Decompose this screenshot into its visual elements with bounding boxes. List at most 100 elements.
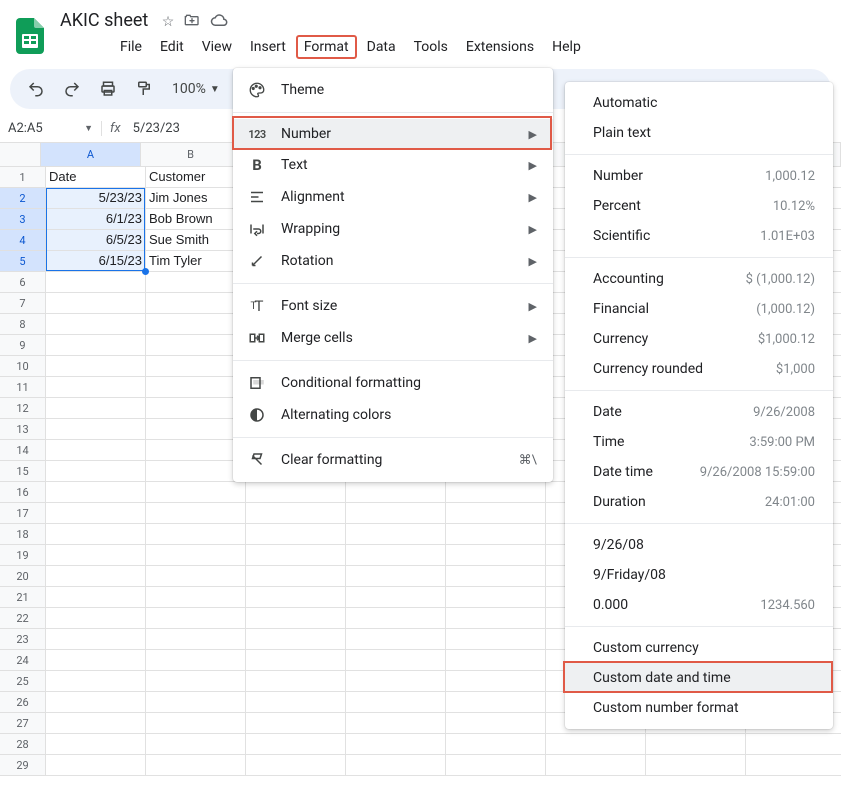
cell-A15[interactable] — [46, 461, 146, 482]
cell-C23[interactable] — [246, 629, 346, 650]
menu-format[interactable]: Format — [296, 35, 357, 59]
cell-A10[interactable] — [46, 356, 146, 377]
number-format-accounting[interactable]: Accounting$ (1,000.12) — [565, 264, 833, 294]
menu-file[interactable]: File — [112, 35, 150, 59]
cell-B2[interactable]: Jim Jones — [146, 188, 246, 209]
cell-C25[interactable] — [246, 671, 346, 692]
cell-C17[interactable] — [246, 503, 346, 524]
paint-format-button[interactable] — [130, 75, 158, 103]
format-menu-rotation[interactable]: Rotation▶ — [233, 245, 553, 277]
cell-A16[interactable] — [46, 482, 146, 503]
format-menu-wrapping[interactable]: Wrapping▶ — [233, 213, 553, 245]
name-box[interactable]: A2:A5 ▼ — [0, 121, 102, 136]
number-format-0-000[interactable]: 0.0001234.560 — [565, 590, 833, 620]
format-menu-conditional-formatting[interactable]: Conditional formatting — [233, 367, 553, 399]
row-header-29[interactable]: 29 — [0, 755, 46, 776]
formula-bar[interactable]: 5/23/23 — [129, 121, 184, 136]
cell-B8[interactable] — [146, 314, 246, 335]
row-header-11[interactable]: 11 — [0, 377, 46, 398]
cell-A20[interactable] — [46, 566, 146, 587]
cell-E17[interactable] — [446, 503, 546, 524]
cell-A27[interactable] — [46, 713, 146, 734]
cell-D28[interactable] — [346, 734, 446, 755]
cell-C27[interactable] — [246, 713, 346, 734]
cell-A9[interactable] — [46, 335, 146, 356]
number-format-duration[interactable]: Duration24:01:00 — [565, 487, 833, 517]
format-menu-clear-formatting[interactable]: Clear formatting⌘\ — [233, 444, 553, 476]
undo-button[interactable] — [22, 75, 50, 103]
cell-E21[interactable] — [446, 587, 546, 608]
cell-A17[interactable] — [46, 503, 146, 524]
cell-A29[interactable] — [46, 755, 146, 776]
row-header-12[interactable]: 12 — [0, 398, 46, 419]
menu-view[interactable]: View — [194, 35, 240, 59]
column-header-B[interactable]: B — [141, 143, 241, 167]
cell-B13[interactable] — [146, 419, 246, 440]
format-menu-alternating-colors[interactable]: Alternating colors — [233, 399, 553, 431]
cell-H29[interactable] — [746, 755, 841, 776]
row-header-28[interactable]: 28 — [0, 734, 46, 755]
cell-D16[interactable] — [346, 482, 446, 503]
cell-C21[interactable] — [246, 587, 346, 608]
cell-D27[interactable] — [346, 713, 446, 734]
cell-A24[interactable] — [46, 650, 146, 671]
cell-C24[interactable] — [246, 650, 346, 671]
row-header-3[interactable]: 3 — [0, 209, 46, 230]
format-menu-theme[interactable]: Theme — [233, 74, 553, 106]
cell-B15[interactable] — [146, 461, 246, 482]
cell-D20[interactable] — [346, 566, 446, 587]
cell-G28[interactable] — [646, 734, 746, 755]
number-format-date-time[interactable]: Date time9/26/2008 15:59:00 — [565, 457, 833, 487]
cell-B17[interactable] — [146, 503, 246, 524]
cell-E16[interactable] — [446, 482, 546, 503]
row-header-13[interactable]: 13 — [0, 419, 46, 440]
cell-H28[interactable] — [746, 734, 841, 755]
move-icon[interactable] — [184, 12, 200, 32]
cell-D17[interactable] — [346, 503, 446, 524]
cell-E25[interactable] — [446, 671, 546, 692]
cell-A11[interactable] — [46, 377, 146, 398]
cell-A13[interactable] — [46, 419, 146, 440]
cell-E29[interactable] — [446, 755, 546, 776]
cell-B16[interactable] — [146, 482, 246, 503]
cloud-status-icon[interactable] — [210, 13, 228, 31]
menu-edit[interactable]: Edit — [152, 35, 192, 59]
row-header-21[interactable]: 21 — [0, 587, 46, 608]
cell-B1[interactable]: Customer — [146, 167, 246, 188]
number-format-percent[interactable]: Percent10.12% — [565, 191, 833, 221]
cell-A1[interactable]: Date — [46, 167, 146, 188]
row-header-14[interactable]: 14 — [0, 440, 46, 461]
menu-help[interactable]: Help — [544, 35, 589, 59]
menu-data[interactable]: Data — [359, 35, 404, 59]
cell-A18[interactable] — [46, 524, 146, 545]
number-format-financial[interactable]: Financial(1,000.12) — [565, 294, 833, 324]
cell-C19[interactable] — [246, 545, 346, 566]
number-format-automatic[interactable]: Automatic — [565, 88, 833, 118]
cell-A4[interactable]: 6/5/23 — [46, 230, 146, 251]
cell-B19[interactable] — [146, 545, 246, 566]
number-format-number[interactable]: Number1,000.12 — [565, 161, 833, 191]
cell-A2[interactable]: 5/23/23 — [46, 188, 146, 209]
cell-A21[interactable] — [46, 587, 146, 608]
number-format-time[interactable]: Time3:59:00 PM — [565, 427, 833, 457]
cell-D26[interactable] — [346, 692, 446, 713]
cell-B22[interactable] — [146, 608, 246, 629]
cell-A5[interactable]: 6/15/23 — [46, 251, 146, 272]
cell-C20[interactable] — [246, 566, 346, 587]
cell-E26[interactable] — [446, 692, 546, 713]
cell-E18[interactable] — [446, 524, 546, 545]
zoom-dropdown[interactable]: 100% ▼ — [166, 81, 226, 97]
cell-B3[interactable]: Bob Brown — [146, 209, 246, 230]
number-format-currency[interactable]: Currency$1,000.12 — [565, 324, 833, 354]
row-header-25[interactable]: 25 — [0, 671, 46, 692]
cell-B29[interactable] — [146, 755, 246, 776]
cell-B20[interactable] — [146, 566, 246, 587]
format-menu-number[interactable]: 123Number▶ — [233, 119, 553, 149]
cell-A7[interactable] — [46, 293, 146, 314]
row-header-22[interactable]: 22 — [0, 608, 46, 629]
cell-A3[interactable]: 6/1/23 — [46, 209, 146, 230]
cell-A22[interactable] — [46, 608, 146, 629]
cell-E22[interactable] — [446, 608, 546, 629]
row-header-9[interactable]: 9 — [0, 335, 46, 356]
cell-E23[interactable] — [446, 629, 546, 650]
